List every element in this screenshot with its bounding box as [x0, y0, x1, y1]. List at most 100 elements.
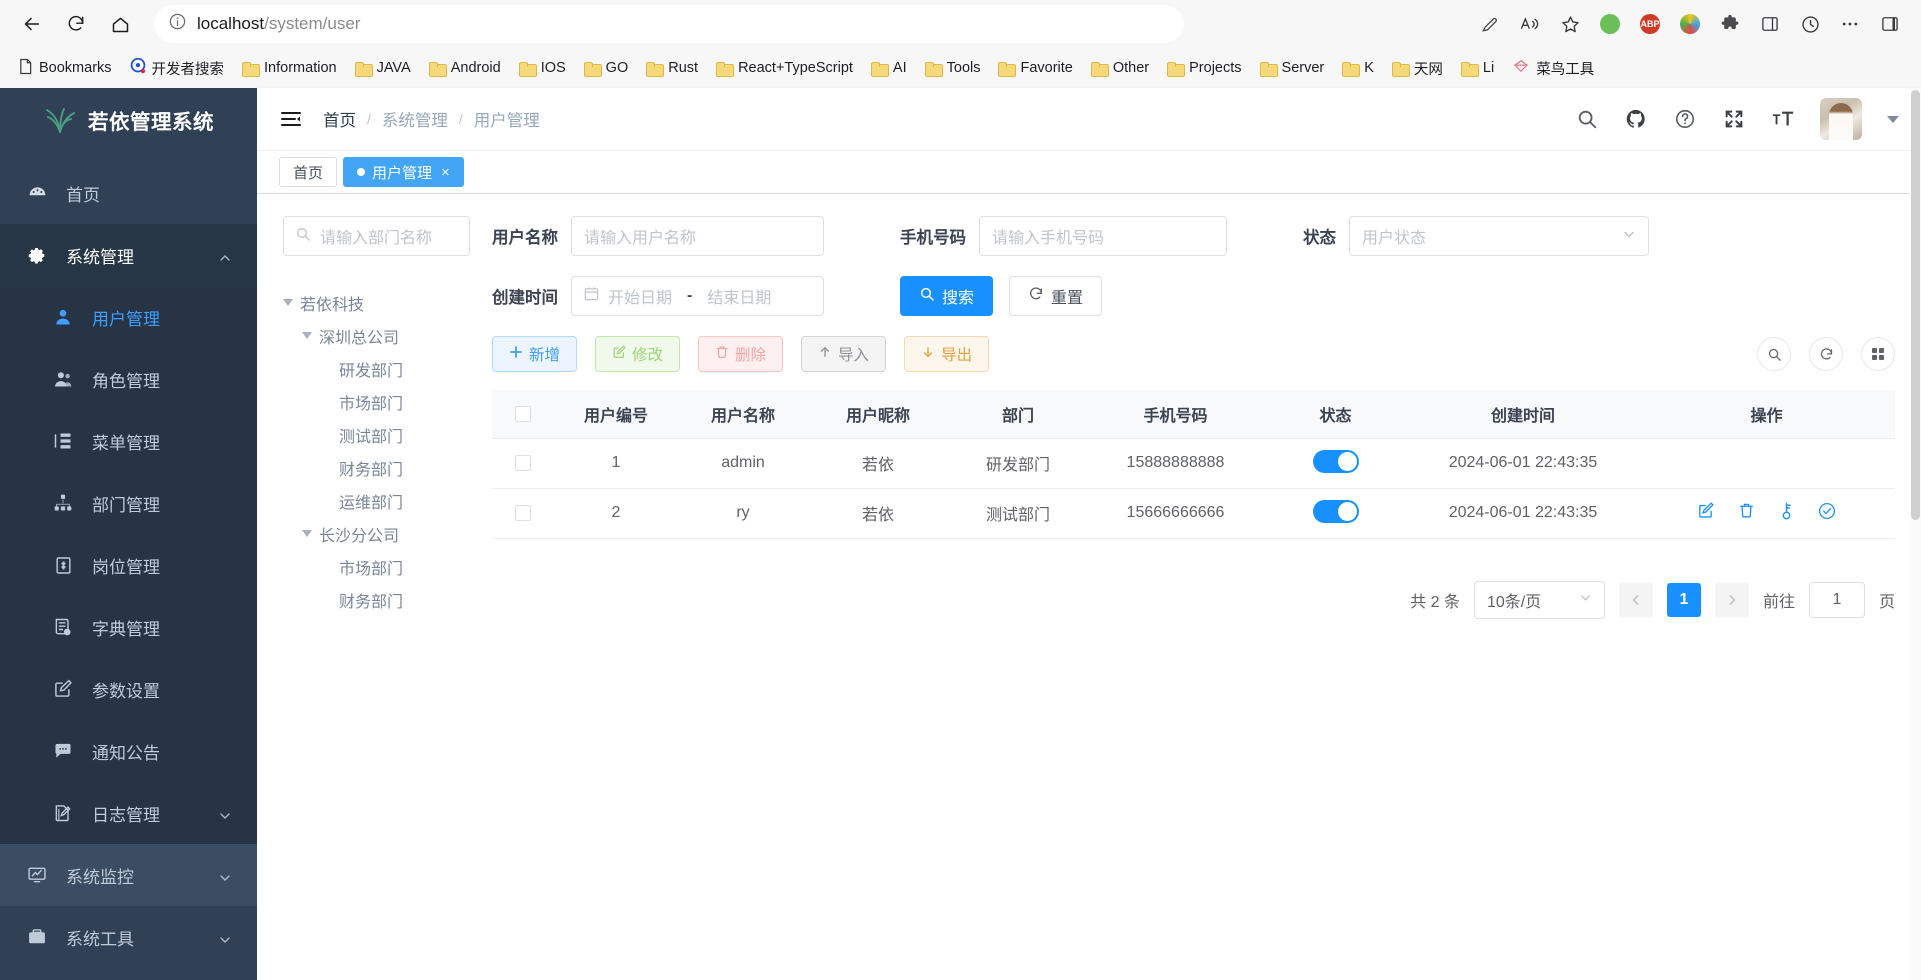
bookmark-item[interactable]: Server	[1252, 56, 1333, 80]
status-toggle[interactable]	[1312, 500, 1359, 523]
search-button[interactable]: 搜索	[900, 276, 994, 316]
tree-node-ops[interactable]: 运维部门	[283, 484, 470, 517]
phone-input[interactable]: 请输入手机号码	[979, 216, 1227, 256]
export-button[interactable]: 导出	[904, 336, 990, 372]
tree-node-market[interactable]: 市场部门	[283, 385, 470, 418]
sidebar-item-user-management[interactable]: 用户管理	[0, 286, 257, 348]
github-icon[interactable]	[1624, 107, 1648, 131]
sidebar-item-system-tools[interactable]: 系统工具	[0, 906, 257, 968]
page-scrollbar[interactable]	[1910, 88, 1921, 980]
bookmark-item[interactable]: Information	[234, 56, 345, 80]
tree-node-ruoyi[interactable]: 若依科技	[283, 286, 470, 319]
user-name-input[interactable]: 请输入用户名称	[571, 216, 824, 256]
info-circle-icon[interactable]	[168, 12, 187, 36]
next-page-button[interactable]	[1714, 582, 1749, 617]
bookmark-item[interactable]: Favorite	[990, 56, 1080, 80]
breadcrumb-home[interactable]: 首页	[323, 107, 356, 131]
page-size-select[interactable]: 10条/页	[1473, 580, 1605, 619]
history-icon[interactable]	[1791, 7, 1829, 41]
check-circle-icon[interactable]	[1818, 502, 1836, 525]
bookmark-item[interactable]: K	[1334, 56, 1382, 80]
dept-search-input[interactable]: 请输入部门名称	[283, 216, 470, 256]
fullscreen-icon[interactable]	[1722, 107, 1746, 131]
read-aloud-icon[interactable]	[1511, 7, 1549, 41]
home-icon[interactable]	[100, 7, 140, 41]
tree-node-market-cs[interactable]: 市场部门	[283, 550, 470, 583]
bookmark-item[interactable]: 开发者搜索	[122, 54, 233, 83]
bookmark-item[interactable]: 天网	[1384, 54, 1451, 83]
search-toggle-icon[interactable]	[1757, 337, 1791, 371]
sidebar-item-dict-management[interactable]: 字典管理	[0, 596, 257, 658]
bookmark-item[interactable]: Android	[421, 56, 509, 80]
status-toggle[interactable]	[1312, 450, 1359, 473]
tab-home[interactable]: 首页	[279, 157, 338, 187]
select-all-checkbox[interactable]	[515, 405, 531, 422]
tree-node-changsha[interactable]: 长沙分公司	[283, 517, 470, 550]
avatar[interactable]	[1820, 98, 1862, 140]
sidebar-item-log-management[interactable]: 日志管理	[0, 782, 257, 844]
more-options-icon[interactable]	[1831, 7, 1869, 41]
bookmark-item[interactable]: Tools	[917, 56, 989, 80]
reset-button[interactable]: 重置	[1009, 276, 1103, 316]
tree-node-test[interactable]: 测试部门	[283, 418, 470, 451]
columns-icon[interactable]	[1861, 337, 1895, 371]
sidebar-item-notice[interactable]: 通知公告	[0, 720, 257, 782]
key-icon[interactable]	[1779, 502, 1794, 525]
edit-icon[interactable]	[1697, 502, 1714, 524]
bookmark-item[interactable]: Projects	[1159, 56, 1249, 80]
bookmark-item[interactable]: AI	[863, 56, 915, 80]
date-range-input[interactable]: 开始日期 - 结束日期	[571, 276, 824, 316]
back-arrow-icon[interactable]	[12, 7, 52, 41]
tree-node-finance-cs[interactable]: 财务部门	[283, 583, 470, 616]
import-button[interactable]: 导入	[801, 336, 887, 372]
caret-down-icon[interactable]	[302, 332, 312, 339]
sidebar-item-menu-management[interactable]: 菜单管理	[0, 410, 257, 472]
sidebar-item-system-monitor[interactable]: 系统监控	[0, 844, 257, 906]
sidebar-item-param-settings[interactable]: 参数设置	[0, 658, 257, 720]
bookmark-item[interactable]: Li	[1453, 56, 1502, 80]
font-size-icon[interactable]	[1771, 107, 1795, 131]
tree-node-finance[interactable]: 财务部门	[283, 451, 470, 484]
bookmark-item[interactable]: Other	[1083, 56, 1157, 80]
extension-puzzle-icon[interactable]	[1711, 7, 1749, 41]
bookmark-item[interactable]: 菜鸟工具	[1504, 54, 1602, 83]
status-select[interactable]: 用户状态	[1349, 216, 1649, 256]
tab-user-management[interactable]: 用户管理 ×	[343, 157, 464, 187]
bookmark-item[interactable]: GO	[576, 56, 637, 80]
tree-node-shenzhen[interactable]: 深圳总公司	[283, 319, 470, 352]
edit-button[interactable]: 修改	[595, 336, 681, 372]
caret-down-icon[interactable]	[1887, 115, 1899, 123]
address-bar[interactable]: localhost/system/user	[154, 5, 1184, 43]
row-checkbox[interactable]	[515, 504, 531, 521]
sidebar-item-home[interactable]: 首页	[0, 162, 257, 224]
trash-icon[interactable]	[1738, 502, 1755, 524]
sidebar-item-role-management[interactable]: 角色管理	[0, 348, 257, 410]
bookmark-item[interactable]: IOS	[511, 56, 574, 80]
close-icon[interactable]: ×	[441, 164, 450, 181]
help-circle-icon[interactable]	[1673, 107, 1697, 131]
extension-green-icon[interactable]	[1591, 7, 1629, 41]
search-icon[interactable]	[1575, 107, 1599, 131]
table-row[interactable]: 2 ry 若依 测试部门 15666666666 2024-06-01 22:4…	[492, 488, 1895, 539]
add-button[interactable]: 新增	[492, 336, 578, 372]
bookmark-item[interactable]: Rust	[638, 56, 706, 80]
bookmark-item[interactable]: Bookmarks	[10, 54, 120, 83]
sidebar-item-dept-management[interactable]: 部门管理	[0, 472, 257, 534]
scrollbar-thumb[interactable]	[1911, 90, 1920, 520]
tree-node-rd[interactable]: 研发部门	[283, 352, 470, 385]
extension-colorful-icon[interactable]	[1671, 7, 1709, 41]
sidebar-toggle-icon[interactable]	[1871, 7, 1909, 41]
caret-down-icon[interactable]	[302, 530, 312, 537]
reload-icon[interactable]	[56, 7, 96, 41]
sidebar-item-post-management[interactable]: 岗位管理	[0, 534, 257, 596]
pen-edit-icon[interactable]	[1471, 7, 1509, 41]
bookmark-item[interactable]: JAVA	[347, 56, 419, 80]
page-number-1[interactable]: 1	[1666, 582, 1701, 617]
bookmark-item[interactable]: React+TypeScript	[708, 56, 861, 80]
sidebar-logo[interactable]: 若依管理系统	[0, 88, 257, 152]
prev-page-button[interactable]	[1618, 582, 1653, 617]
breadcrumb-item-system[interactable]: 系统管理	[382, 107, 448, 131]
adblock-icon[interactable]: ABP	[1631, 7, 1669, 41]
jump-page-input[interactable]: 1	[1808, 581, 1865, 618]
refresh-icon[interactable]	[1809, 337, 1843, 371]
